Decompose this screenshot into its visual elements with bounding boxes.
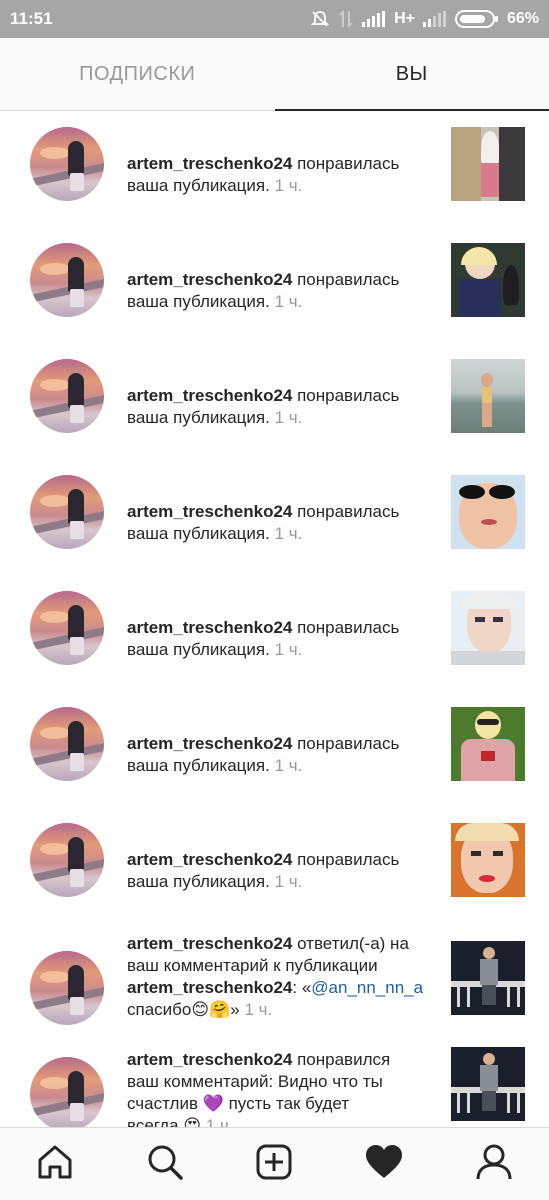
notification-text: artem_treschenko24 понравилась ваша публ… [127, 501, 427, 545]
notification-text: artem_treschenko24 понравился ваш коммен… [127, 1049, 427, 1127]
username-link[interactable]: artem_treschenko24 [127, 386, 292, 405]
nav-add-post-button[interactable] [244, 1134, 304, 1194]
post-thumbnail[interactable] [451, 591, 525, 665]
username-link[interactable]: artem_treschenko24 [127, 270, 292, 289]
status-time: 11:51 [10, 9, 53, 28]
avatar[interactable] [30, 823, 104, 897]
username-link[interactable]: artem_treschenko24 [127, 502, 292, 521]
profile-icon [475, 1143, 513, 1186]
action-text: понравилась [292, 154, 400, 173]
action-text: понравилась [292, 502, 400, 521]
action-text-rest: ваша публикация. [127, 408, 270, 427]
status-icons: H+ 66% [310, 9, 539, 29]
tab-you[interactable]: ВЫ [274, 38, 549, 111]
action-text-rest: ваш комментарий к публикации [127, 956, 378, 975]
mute-icon [310, 9, 330, 29]
timestamp: 1 ч. [274, 756, 303, 775]
comment-text: ваш комментарий: Видно что ты [127, 1072, 383, 1091]
timestamp: 1 ч. [274, 408, 303, 427]
notification-text: artem_treschenko24 понравилась ваша публ… [127, 617, 427, 661]
action-text-rest: ваша публикация. [127, 292, 270, 311]
nav-home-button[interactable] [25, 1134, 85, 1194]
status-bar: 11:51 H+ 66% [0, 0, 549, 38]
timestamp: 1 ч. [274, 640, 303, 659]
notification-text: artem_treschenko24 понравилась ваша публ… [127, 385, 427, 429]
comment-text: всегда 😍 [127, 1116, 202, 1127]
add-post-icon [255, 1143, 293, 1186]
tab-you-label: ВЫ [395, 62, 428, 85]
username-link[interactable]: artem_treschenko24 [127, 850, 292, 869]
timestamp: 1 ч. [205, 1116, 234, 1127]
timestamp: 1 ч. [274, 524, 303, 543]
battery-icon [454, 9, 499, 29]
action-text-rest: ваша публикация. [127, 524, 270, 543]
avatar[interactable] [30, 359, 104, 433]
avatar[interactable] [30, 591, 104, 665]
avatar[interactable] [30, 127, 104, 201]
post-thumbnail[interactable] [451, 359, 525, 433]
nav-activity-button[interactable] [354, 1134, 414, 1194]
battery-percent: 66% [506, 10, 539, 27]
notification-text: artem_treschenko24 понравилась ваша публ… [127, 269, 427, 313]
heart-icon [364, 1144, 404, 1185]
nav-profile-button[interactable] [464, 1134, 524, 1194]
action-text: понравилась [292, 386, 400, 405]
avatar[interactable] [30, 1057, 104, 1127]
action-text-rest: ваша публикация. [127, 640, 270, 659]
post-thumbnail[interactable] [451, 707, 525, 781]
action-text: понравилась [292, 618, 400, 637]
quote-open: : « [292, 978, 312, 997]
bottom-navigation [0, 1127, 549, 1200]
notification-text: artem_treschenko24 понравилась ваша публ… [127, 153, 427, 197]
activity-feed: artem_treschenko24 понравилась ваша публ… [0, 111, 549, 1127]
post-thumbnail[interactable] [451, 127, 525, 201]
action-text-rest: ваша публикация. [127, 756, 270, 775]
post-thumbnail[interactable] [451, 243, 525, 317]
data-arrows-icon [338, 9, 354, 29]
home-icon [36, 1143, 74, 1186]
timestamp: 1 ч. [244, 1000, 273, 1019]
nav-search-button[interactable] [135, 1134, 195, 1194]
avatar[interactable] [30, 951, 104, 1025]
username-link[interactable]: artem_treschenko24 [127, 934, 292, 953]
action-text: понравилась [292, 850, 400, 869]
tab-following-label: ПОДПИСКИ [79, 62, 196, 85]
signal-icon [362, 11, 386, 27]
notification-text: artem_treschenko24 понравилась ваша публ… [127, 849, 427, 893]
username-link[interactable]: artem_treschenko24 [127, 978, 292, 997]
post-thumbnail[interactable] [451, 475, 525, 549]
timestamp: 1 ч. [274, 872, 303, 891]
tab-following[interactable]: ПОДПИСКИ [0, 38, 275, 110]
username-link[interactable]: artem_treschenko24 [127, 734, 292, 753]
mention-link[interactable]: @an_nn_nn_a [311, 978, 423, 997]
avatar[interactable] [30, 475, 104, 549]
comment-text: счастлив 💜 пусть так будет [127, 1094, 350, 1113]
signal-weak-icon [422, 11, 447, 27]
quote-close: » [230, 1000, 245, 1019]
action-text: ответил(-а) на [292, 934, 409, 953]
activity-tabs: ПОДПИСКИ ВЫ [0, 38, 549, 111]
timestamp: 1 ч. [274, 292, 303, 311]
action-text-rest: ваша публикация. [127, 872, 270, 891]
avatar[interactable] [30, 707, 104, 781]
action-text: понравилась [292, 734, 400, 753]
network-type: H+ [394, 10, 415, 27]
comment-text: спасибо😊🤗 [127, 1000, 231, 1019]
search-icon [146, 1143, 184, 1186]
notification-text: artem_treschenko24 понравилась ваша публ… [127, 733, 427, 777]
post-thumbnail[interactable] [451, 941, 525, 1015]
username-link[interactable]: artem_treschenko24 [127, 618, 292, 637]
timestamp: 1 ч. [274, 176, 303, 195]
post-thumbnail[interactable] [451, 823, 525, 897]
action-text: понравился [292, 1050, 391, 1069]
action-text-rest: ваша публикация. [127, 176, 270, 195]
post-thumbnail[interactable] [451, 1047, 525, 1121]
username-link[interactable]: artem_treschenko24 [127, 154, 292, 173]
avatar[interactable] [30, 243, 104, 317]
notification-text: artem_treschenko24 ответил(-а) на ваш ко… [127, 933, 427, 1021]
action-text: понравилась [292, 270, 400, 289]
username-link[interactable]: artem_treschenko24 [127, 1050, 292, 1069]
